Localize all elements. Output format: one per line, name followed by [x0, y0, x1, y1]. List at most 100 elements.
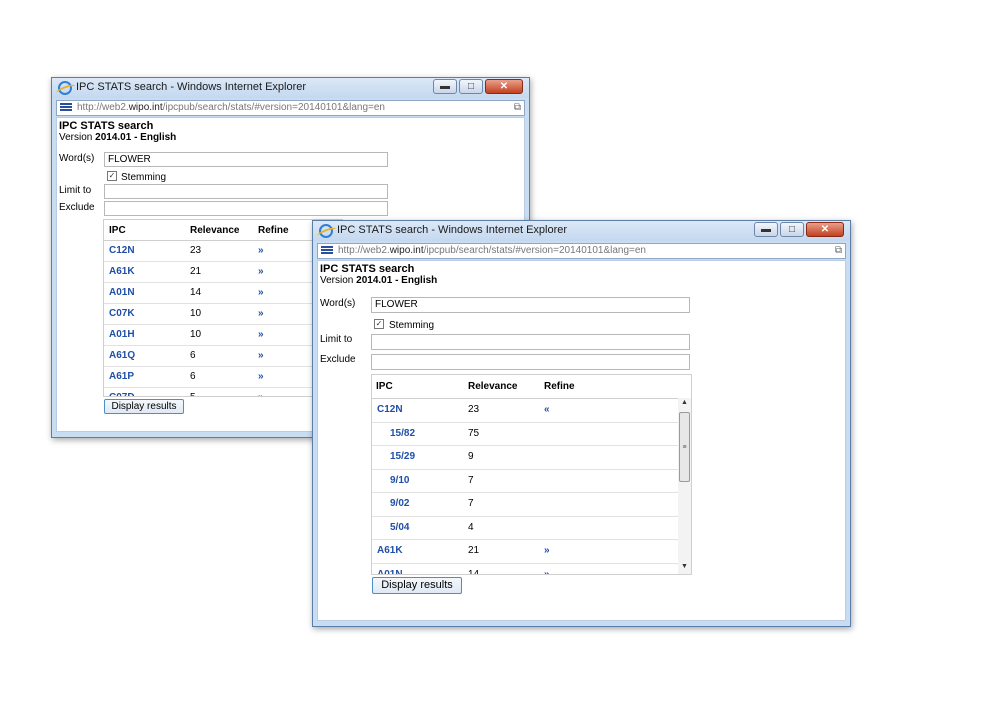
relevance-value: 75 — [468, 427, 480, 439]
page-icon — [321, 246, 333, 256]
ipc-code-link[interactable]: A61K — [377, 545, 403, 556]
scroll-up-arrow-icon[interactable]: ▲ — [678, 399, 691, 409]
relevance-value: 7 — [468, 474, 474, 486]
col-relevance: Relevance — [190, 225, 240, 236]
col-ipc: IPC — [376, 381, 393, 392]
page-icon — [60, 103, 72, 113]
refine-link[interactable]: » — [544, 569, 550, 575]
refine-link[interactable]: » — [258, 392, 264, 396]
col-refine: Refine — [544, 381, 575, 392]
words-input[interactable]: FLOWER — [104, 152, 388, 167]
compat-icon[interactable]: ⧉ — [835, 245, 842, 256]
close-button[interactable]: ✕ — [485, 79, 523, 94]
ipc-code-link[interactable]: 15/82 — [390, 428, 415, 439]
address-bar[interactable]: http://web2.wipo.int/ipcpub/search/stats… — [317, 243, 846, 259]
refine-link[interactable]: » — [258, 245, 264, 256]
table-row: A61Q 6 » — [104, 345, 342, 367]
scrollbar[interactable]: ▲ ≡ ▼ — [678, 398, 691, 574]
refine-link[interactable]: » — [258, 287, 264, 298]
col-relevance: Relevance — [468, 381, 518, 392]
words-input[interactable]: FLOWER — [371, 297, 690, 313]
relevance-value: 6 — [190, 371, 196, 382]
ipc-code-link[interactable]: C07D — [109, 392, 135, 396]
window-title: IPC STATS search - Windows Internet Expl… — [76, 81, 307, 93]
refine-link[interactable]: » — [258, 308, 264, 319]
ipc-code-link[interactable]: A61P — [109, 371, 134, 382]
table-scroll-area: ▲ ≡ ▼ — [678, 374, 692, 575]
limit-input[interactable] — [371, 334, 690, 350]
table-row: 15/82 75 — [372, 422, 678, 446]
page-title: IPC STATS search — [59, 120, 154, 132]
exclude-label: Exclude — [320, 354, 356, 365]
refine-link[interactable]: » — [258, 266, 264, 277]
col-ipc: IPC — [109, 225, 126, 236]
exclude-label: Exclude — [59, 202, 95, 213]
relevance-value: 4 — [468, 521, 474, 533]
ie-icon — [319, 224, 333, 238]
url-text: http://web2.wipo.int/ipcpub/search/stats… — [77, 102, 385, 113]
ipc-code-link[interactable]: 9/02 — [390, 498, 409, 509]
relevance-value: 21 — [468, 545, 480, 556]
scroll-thumb[interactable]: ≡ — [679, 412, 690, 482]
limit-label: Limit to — [320, 334, 353, 345]
title-bar[interactable]: IPC STATS search - Windows Internet Expl… — [52, 78, 529, 98]
ipc-code-link[interactable]: A01N — [377, 569, 403, 575]
refine-link[interactable]: » — [258, 371, 264, 382]
col-refine: Refine — [258, 225, 289, 236]
relevance-value: 23 — [190, 245, 202, 256]
scroll-down-arrow-icon[interactable]: ▼ — [678, 563, 691, 573]
address-bar[interactable]: http://web2.wipo.int/ipcpub/search/stats… — [56, 100, 525, 116]
ipc-code-link[interactable]: A61K — [109, 266, 135, 277]
table-header: IPC Relevance Refine — [372, 375, 678, 399]
relevance-value: 10 — [190, 308, 202, 319]
close-button[interactable]: ✕ — [806, 222, 844, 237]
ipc-code-link[interactable]: 5/04 — [390, 522, 409, 533]
maximize-button[interactable]: □ — [780, 222, 804, 237]
window-title: IPC STATS search - Windows Internet Expl… — [337, 224, 568, 236]
stemming-checkbox[interactable]: ✓ — [374, 319, 384, 329]
table-row: C07K 10 » — [104, 303, 342, 325]
page-title: IPC STATS search — [320, 263, 415, 275]
table-row: 9/02 7 — [372, 492, 678, 517]
table-row: A01H 10 » — [104, 324, 342, 346]
ipc-code-link[interactable]: A01H — [109, 329, 135, 340]
version-text: Version 2014.01 - English — [59, 132, 177, 143]
display-results-button[interactable]: Display results — [104, 399, 184, 414]
table-row: 15/29 9 — [372, 445, 678, 470]
table-row: C07D 5 » — [104, 387, 342, 396]
exclude-input[interactable] — [371, 354, 690, 370]
ipc-code-link[interactable]: C12N — [377, 404, 403, 415]
version-text: Version 2014.01 - English — [320, 275, 438, 286]
refine-link[interactable]: » — [544, 545, 550, 556]
maximize-button[interactable]: □ — [459, 79, 483, 94]
relevance-value: 5 — [190, 392, 196, 396]
refine-link[interactable]: « — [544, 404, 550, 415]
table-row: 9/10 7 — [372, 469, 678, 493]
display-results-button[interactable]: Display results — [372, 577, 462, 594]
minimize-button[interactable]: ▬ — [433, 79, 457, 94]
exclude-input[interactable] — [104, 201, 388, 216]
relevance-value: 14 — [468, 568, 480, 575]
limit-input[interactable] — [104, 184, 388, 199]
ipc-code-link[interactable]: C12N — [109, 245, 135, 256]
minimize-button[interactable]: ▬ — [754, 222, 778, 237]
refine-link[interactable]: » — [258, 329, 264, 340]
relevance-value: 21 — [190, 266, 202, 277]
ipc-code-link[interactable]: C07K — [109, 308, 135, 319]
results-table: IPC Relevance Refine C12N 23 » A61K 21 » A01N 1… — [103, 219, 343, 397]
words-label: Word(s) — [59, 153, 95, 164]
ipc-code-link[interactable]: 9/10 — [390, 475, 409, 486]
compat-icon[interactable]: ⧉ — [514, 102, 521, 113]
page-content: IPC STATS search Version 2014.01 - Engli… — [317, 260, 846, 621]
table-row: A01N 14 » — [372, 563, 678, 575]
table-row: A61K 21 » — [372, 539, 678, 564]
refine-link[interactable]: » — [258, 350, 264, 361]
table-row: C12N 23 » — [104, 240, 342, 262]
ipc-code-link[interactable]: A61Q — [109, 350, 135, 361]
ie-icon — [58, 81, 72, 95]
ipc-code-link[interactable]: 15/29 — [390, 451, 415, 462]
limit-label: Limit to — [59, 185, 92, 196]
ipc-code-link[interactable]: A01N — [109, 287, 135, 298]
title-bar[interactable]: IPC STATS search - Windows Internet Expl… — [313, 221, 850, 241]
stemming-checkbox[interactable]: ✓ — [107, 171, 117, 181]
